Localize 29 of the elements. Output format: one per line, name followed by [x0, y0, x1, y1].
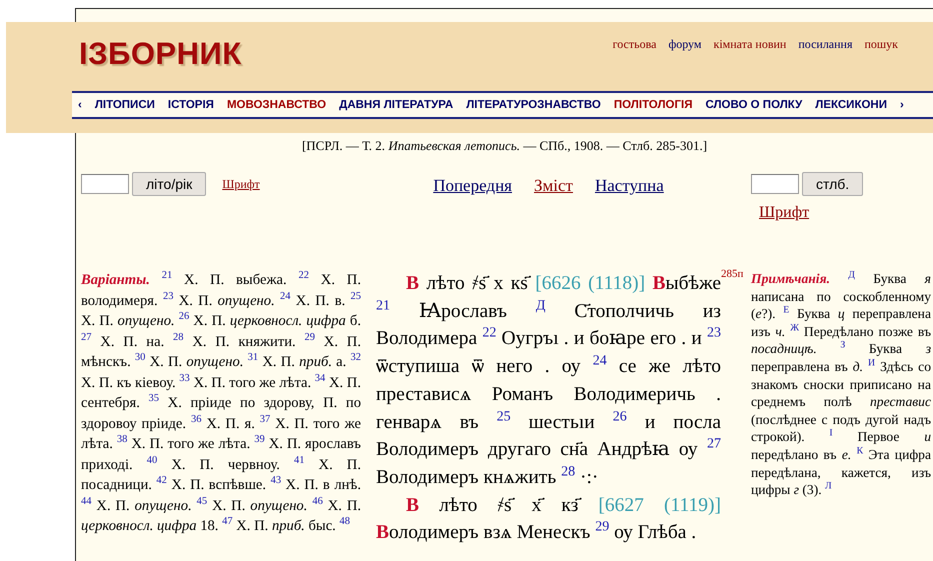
- nav-link[interactable]: ІСТОРІЯ: [168, 99, 214, 111]
- year-field[interactable]: [81, 174, 129, 194]
- header-link[interactable]: посилання: [798, 37, 852, 52]
- nav-link[interactable]: ЛІТЕРАТУРОЗНАВСТВО: [466, 99, 601, 111]
- year-button[interactable]: літо/рік: [132, 172, 206, 196]
- column-button[interactable]: стлб.: [802, 172, 864, 196]
- page-marker: 285п: [721, 268, 744, 282]
- nav-link[interactable]: МОВОЗНАВСТВО: [226, 99, 326, 111]
- nav-link[interactable]: ДАВНЯ ЛІТЕРАТУРА: [339, 99, 454, 111]
- header-link[interactable]: гостьова: [612, 37, 656, 52]
- scroll-left-arrow[interactable]: ‹: [78, 99, 82, 111]
- variants-text: Варіанты. $^{21}$ Х. П. выбежа. $^{22}$ Х. П. володимеря. $^{23}$ Х. П. опущено. $^{24}$ Х. П. в. $^{25}$ Х. П. опущено. $^{26}$ Х. П. церковносл. цифра б. $^{27}$ Х. П. на. $^{28}$ Х. П. княжити. $^{29}$ Х. П. мѣнскъ. $^{30}$ Х. П. опущено. $^{31}$ Х. П. приб. а. $^{32}$ Х. П. къ кіевоу. $^{33}$ Х. П. того же лѣта. $^{34}$ Х. П. сентебря. $^{35}$ Х. пріиде по здорову, П. по здоровоу пріиде. $^{36}$ Х. П. я. $^{37}$ Х. П. того же лѣта. $^{38}$ Х. П. того же лѣта. $^{39}$ Х. П. ярославъ приході. $^{40}$ Х. П. червноу. $^{41}$ Х. П. посадници. $^{42}$ Х. П. вспѣвше. $^{43}$ Х. П. в лнѣ. $^{44}$ Х. П. опущено. $^{45}$ Х. П. опущено. $^{46}$ Х. П. церковносл. цифра 18. $^{47}$ Х. П. приб. быс. $^{48}$: [81, 270, 361, 536]
- source-citation: [ПСРЛ. — Т. 2. Ипатьевская летопись. — СПб., 1908. — Стлб. 285-301.]: [300, 138, 708, 154]
- page-nav-link[interactable]: Наступна: [594, 176, 664, 196]
- nav-link[interactable]: СЛОВО О ПОЛКУ: [705, 99, 802, 111]
- header-link[interactable]: пошук: [864, 37, 898, 52]
- header-link[interactable]: кімната новин: [714, 37, 786, 52]
- nav-link[interactable]: ЛЕКСИКОНИ: [815, 99, 887, 111]
- nav-link[interactable]: ЛІТОПИСИ: [94, 99, 155, 111]
- font-link[interactable]: Шрифт: [759, 204, 810, 222]
- nav-link[interactable]: ПОЛІТОЛОГІЯ: [614, 99, 692, 111]
- chronicle-text: В лѣто ҂ѕ҃ х҃ кз҃ [6627 (1119)] Володимеръ взѧ Менескъ $^{29}$ оу Глѣба .: [376, 494, 721, 546]
- page-nav-link[interactable]: Попередня: [433, 176, 512, 196]
- scroll-right-arrow[interactable]: ›: [900, 99, 904, 111]
- page-nav-link[interactable]: Зміст: [534, 176, 573, 196]
- header-link[interactable]: форум: [668, 37, 702, 52]
- font-link[interactable]: Шрифт: [222, 176, 260, 192]
- site-logo[interactable]: ІЗБОРНИК: [79, 36, 242, 72]
- column-field[interactable]: [751, 174, 799, 194]
